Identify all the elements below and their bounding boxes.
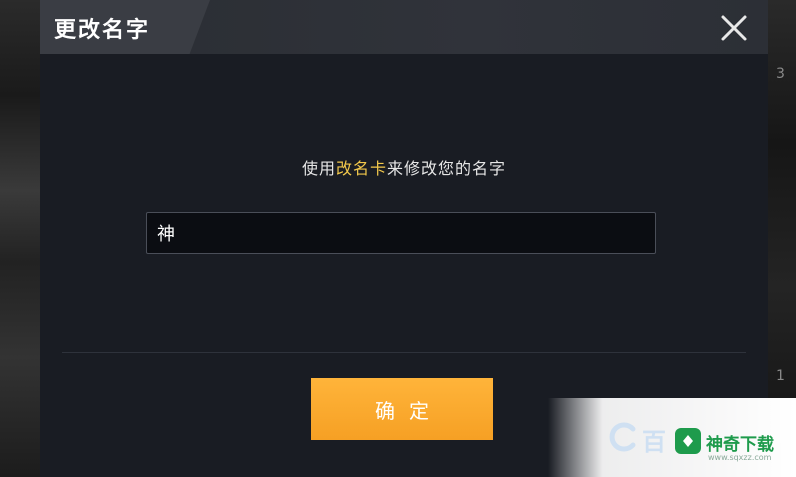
dialog-titlebar: 更改名字 bbox=[40, 0, 768, 54]
close-button[interactable] bbox=[718, 12, 750, 44]
background-digit: 3 bbox=[776, 66, 785, 82]
watermark: 百 神奇下载 www.sqxzz.com bbox=[548, 398, 796, 477]
background-digit: 1 bbox=[776, 368, 785, 384]
close-icon bbox=[721, 15, 747, 41]
name-input[interactable] bbox=[146, 212, 656, 254]
game-background-left bbox=[0, 0, 40, 477]
confirm-button[interactable]: 确定 bbox=[311, 378, 493, 440]
prompt-text-before: 使用 bbox=[301, 159, 336, 178]
watermark-faded-text: 百 bbox=[642, 428, 666, 456]
prompt-text-after: 来修改您的名字 bbox=[387, 159, 507, 178]
rename-card-link: 改名卡 bbox=[335, 159, 387, 178]
watermark-logo-icon bbox=[675, 428, 701, 454]
rename-prompt: 使用改名卡来修改您的名字 bbox=[40, 155, 768, 179]
footer-divider bbox=[62, 352, 746, 353]
watermark-brand: 神奇下载 bbox=[706, 435, 774, 455]
watermark-c-icon bbox=[609, 422, 636, 452]
watermark-url: www.sqxzz.com bbox=[708, 453, 772, 462]
dialog-title: 更改名字 bbox=[54, 18, 151, 43]
